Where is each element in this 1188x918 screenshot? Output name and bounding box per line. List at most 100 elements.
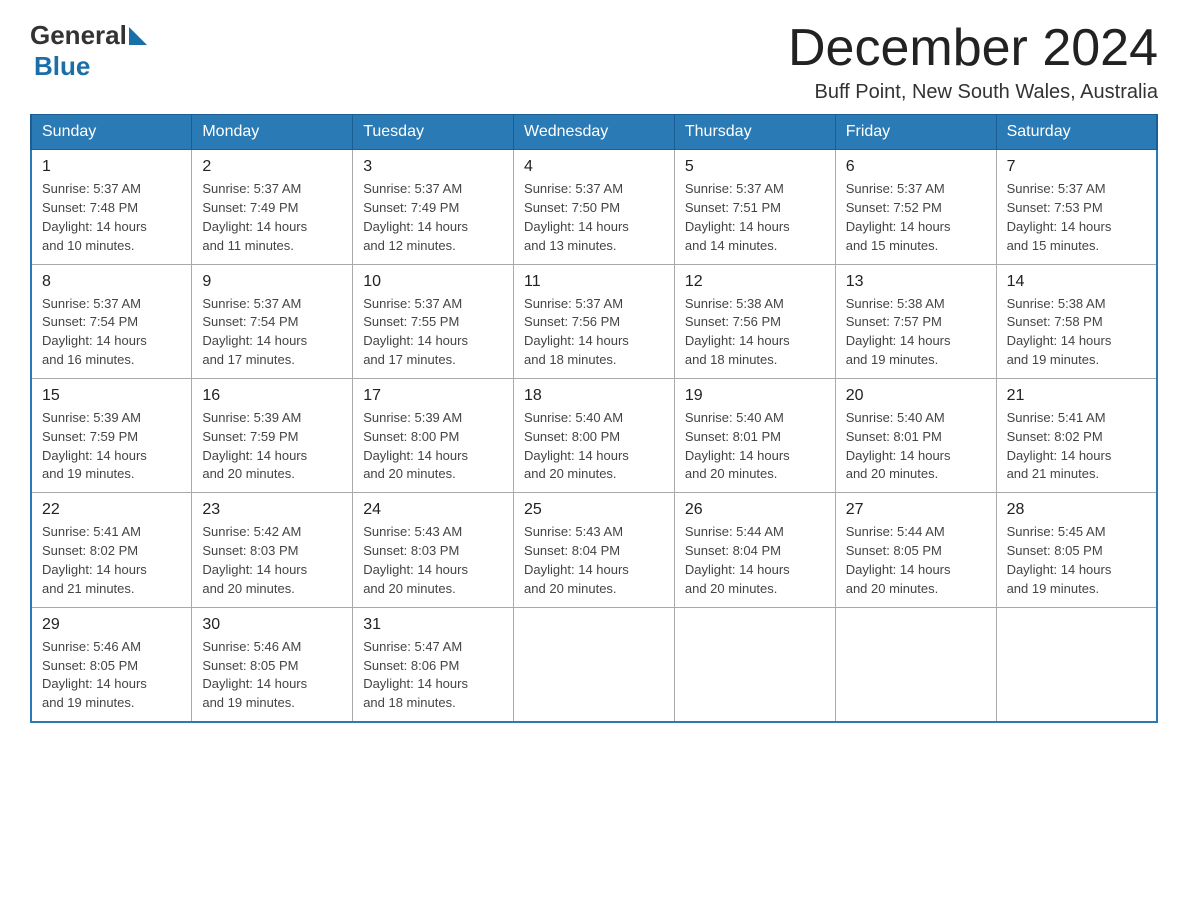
calendar-cell: 21 Sunrise: 5:41 AM Sunset: 8:02 PM Dayl…	[996, 378, 1157, 492]
calendar-cell: 10 Sunrise: 5:37 AM Sunset: 7:55 PM Dayl…	[353, 264, 514, 378]
calendar-header-row: SundayMondayTuesdayWednesdayThursdayFrid…	[31, 115, 1157, 150]
day-number: 29	[42, 616, 181, 634]
day-number: 15	[42, 387, 181, 405]
calendar-cell: 9 Sunrise: 5:37 AM Sunset: 7:54 PM Dayli…	[192, 264, 353, 378]
day-info: Sunrise: 5:40 AM Sunset: 8:00 PM Dayligh…	[524, 409, 664, 484]
calendar-cell: 5 Sunrise: 5:37 AM Sunset: 7:51 PM Dayli…	[674, 150, 835, 264]
day-info: Sunrise: 5:38 AM Sunset: 7:56 PM Dayligh…	[685, 295, 825, 370]
calendar-cell: 15 Sunrise: 5:39 AM Sunset: 7:59 PM Dayl…	[31, 378, 192, 492]
day-info: Sunrise: 5:46 AM Sunset: 8:05 PM Dayligh…	[202, 638, 342, 713]
day-info: Sunrise: 5:38 AM Sunset: 7:58 PM Dayligh…	[1007, 295, 1146, 370]
calendar-cell: 23 Sunrise: 5:42 AM Sunset: 8:03 PM Dayl…	[192, 493, 353, 607]
page-header: General Blue December 2024 Buff Point, N…	[30, 20, 1158, 104]
day-info: Sunrise: 5:37 AM Sunset: 7:52 PM Dayligh…	[846, 180, 986, 255]
day-info: Sunrise: 5:39 AM Sunset: 8:00 PM Dayligh…	[363, 409, 503, 484]
day-number: 23	[202, 501, 342, 519]
day-number: 10	[363, 273, 503, 291]
calendar-cell: 1 Sunrise: 5:37 AM Sunset: 7:48 PM Dayli…	[31, 150, 192, 264]
calendar-week-row: 1 Sunrise: 5:37 AM Sunset: 7:48 PM Dayli…	[31, 150, 1157, 264]
header-sunday: Sunday	[31, 115, 192, 150]
logo-icon	[129, 27, 147, 45]
day-info: Sunrise: 5:37 AM Sunset: 7:56 PM Dayligh…	[524, 295, 664, 370]
calendar-cell: 27 Sunrise: 5:44 AM Sunset: 8:05 PM Dayl…	[835, 493, 996, 607]
day-info: Sunrise: 5:47 AM Sunset: 8:06 PM Dayligh…	[363, 638, 503, 713]
calendar-cell: 28 Sunrise: 5:45 AM Sunset: 8:05 PM Dayl…	[996, 493, 1157, 607]
month-year-title: December 2024	[788, 20, 1158, 77]
calendar-cell: 17 Sunrise: 5:39 AM Sunset: 8:00 PM Dayl…	[353, 378, 514, 492]
day-info: Sunrise: 5:37 AM Sunset: 7:50 PM Dayligh…	[524, 180, 664, 255]
calendar-cell: 6 Sunrise: 5:37 AM Sunset: 7:52 PM Dayli…	[835, 150, 996, 264]
day-number: 1	[42, 158, 181, 176]
header-thursday: Thursday	[674, 115, 835, 150]
calendar-cell: 25 Sunrise: 5:43 AM Sunset: 8:04 PM Dayl…	[514, 493, 675, 607]
day-number: 22	[42, 501, 181, 519]
calendar-cell: 16 Sunrise: 5:39 AM Sunset: 7:59 PM Dayl…	[192, 378, 353, 492]
day-info: Sunrise: 5:42 AM Sunset: 8:03 PM Dayligh…	[202, 523, 342, 598]
day-number: 28	[1007, 501, 1146, 519]
logo-general: General	[30, 20, 127, 51]
day-info: Sunrise: 5:37 AM Sunset: 7:54 PM Dayligh…	[202, 295, 342, 370]
title-area: December 2024 Buff Point, New South Wale…	[788, 20, 1158, 104]
calendar-cell: 3 Sunrise: 5:37 AM Sunset: 7:49 PM Dayli…	[353, 150, 514, 264]
day-number: 6	[846, 158, 986, 176]
day-info: Sunrise: 5:37 AM Sunset: 7:55 PM Dayligh…	[363, 295, 503, 370]
day-number: 31	[363, 616, 503, 634]
calendar-cell: 13 Sunrise: 5:38 AM Sunset: 7:57 PM Dayl…	[835, 264, 996, 378]
day-number: 30	[202, 616, 342, 634]
day-number: 20	[846, 387, 986, 405]
calendar-cell: 11 Sunrise: 5:37 AM Sunset: 7:56 PM Dayl…	[514, 264, 675, 378]
calendar-cell: 30 Sunrise: 5:46 AM Sunset: 8:05 PM Dayl…	[192, 607, 353, 722]
day-info: Sunrise: 5:37 AM Sunset: 7:48 PM Dayligh…	[42, 180, 181, 255]
calendar-cell: 31 Sunrise: 5:47 AM Sunset: 8:06 PM Dayl…	[353, 607, 514, 722]
day-number: 8	[42, 273, 181, 291]
day-number: 19	[685, 387, 825, 405]
day-info: Sunrise: 5:37 AM Sunset: 7:49 PM Dayligh…	[363, 180, 503, 255]
day-number: 25	[524, 501, 664, 519]
day-info: Sunrise: 5:44 AM Sunset: 8:05 PM Dayligh…	[846, 523, 986, 598]
day-number: 11	[524, 273, 664, 291]
calendar-week-row: 22 Sunrise: 5:41 AM Sunset: 8:02 PM Dayl…	[31, 493, 1157, 607]
header-saturday: Saturday	[996, 115, 1157, 150]
day-number: 18	[524, 387, 664, 405]
calendar-cell: 29 Sunrise: 5:46 AM Sunset: 8:05 PM Dayl…	[31, 607, 192, 722]
day-number: 26	[685, 501, 825, 519]
day-number: 13	[846, 273, 986, 291]
day-info: Sunrise: 5:40 AM Sunset: 8:01 PM Dayligh…	[846, 409, 986, 484]
header-wednesday: Wednesday	[514, 115, 675, 150]
day-number: 14	[1007, 273, 1146, 291]
day-number: 4	[524, 158, 664, 176]
calendar-week-row: 8 Sunrise: 5:37 AM Sunset: 7:54 PM Dayli…	[31, 264, 1157, 378]
day-info: Sunrise: 5:37 AM Sunset: 7:53 PM Dayligh…	[1007, 180, 1146, 255]
location-subtitle: Buff Point, New South Wales, Australia	[788, 81, 1158, 104]
calendar-cell	[835, 607, 996, 722]
day-number: 9	[202, 273, 342, 291]
calendar-cell: 18 Sunrise: 5:40 AM Sunset: 8:00 PM Dayl…	[514, 378, 675, 492]
calendar-cell: 14 Sunrise: 5:38 AM Sunset: 7:58 PM Dayl…	[996, 264, 1157, 378]
day-info: Sunrise: 5:40 AM Sunset: 8:01 PM Dayligh…	[685, 409, 825, 484]
day-info: Sunrise: 5:44 AM Sunset: 8:04 PM Dayligh…	[685, 523, 825, 598]
day-info: Sunrise: 5:37 AM Sunset: 7:51 PM Dayligh…	[685, 180, 825, 255]
day-number: 3	[363, 158, 503, 176]
calendar-week-row: 15 Sunrise: 5:39 AM Sunset: 7:59 PM Dayl…	[31, 378, 1157, 492]
day-info: Sunrise: 5:39 AM Sunset: 7:59 PM Dayligh…	[42, 409, 181, 484]
calendar-cell	[996, 607, 1157, 722]
calendar-week-row: 29 Sunrise: 5:46 AM Sunset: 8:05 PM Dayl…	[31, 607, 1157, 722]
calendar-table: SundayMondayTuesdayWednesdayThursdayFrid…	[30, 114, 1158, 723]
calendar-cell	[674, 607, 835, 722]
logo-blue: Blue	[34, 51, 90, 81]
day-info: Sunrise: 5:41 AM Sunset: 8:02 PM Dayligh…	[1007, 409, 1146, 484]
day-info: Sunrise: 5:38 AM Sunset: 7:57 PM Dayligh…	[846, 295, 986, 370]
header-friday: Friday	[835, 115, 996, 150]
calendar-cell: 8 Sunrise: 5:37 AM Sunset: 7:54 PM Dayli…	[31, 264, 192, 378]
calendar-cell: 4 Sunrise: 5:37 AM Sunset: 7:50 PM Dayli…	[514, 150, 675, 264]
calendar-cell: 2 Sunrise: 5:37 AM Sunset: 7:49 PM Dayli…	[192, 150, 353, 264]
day-info: Sunrise: 5:39 AM Sunset: 7:59 PM Dayligh…	[202, 409, 342, 484]
day-info: Sunrise: 5:37 AM Sunset: 7:49 PM Dayligh…	[202, 180, 342, 255]
header-tuesday: Tuesday	[353, 115, 514, 150]
day-number: 24	[363, 501, 503, 519]
calendar-cell	[514, 607, 675, 722]
day-number: 17	[363, 387, 503, 405]
day-info: Sunrise: 5:45 AM Sunset: 8:05 PM Dayligh…	[1007, 523, 1146, 598]
day-number: 7	[1007, 158, 1146, 176]
day-info: Sunrise: 5:43 AM Sunset: 8:03 PM Dayligh…	[363, 523, 503, 598]
